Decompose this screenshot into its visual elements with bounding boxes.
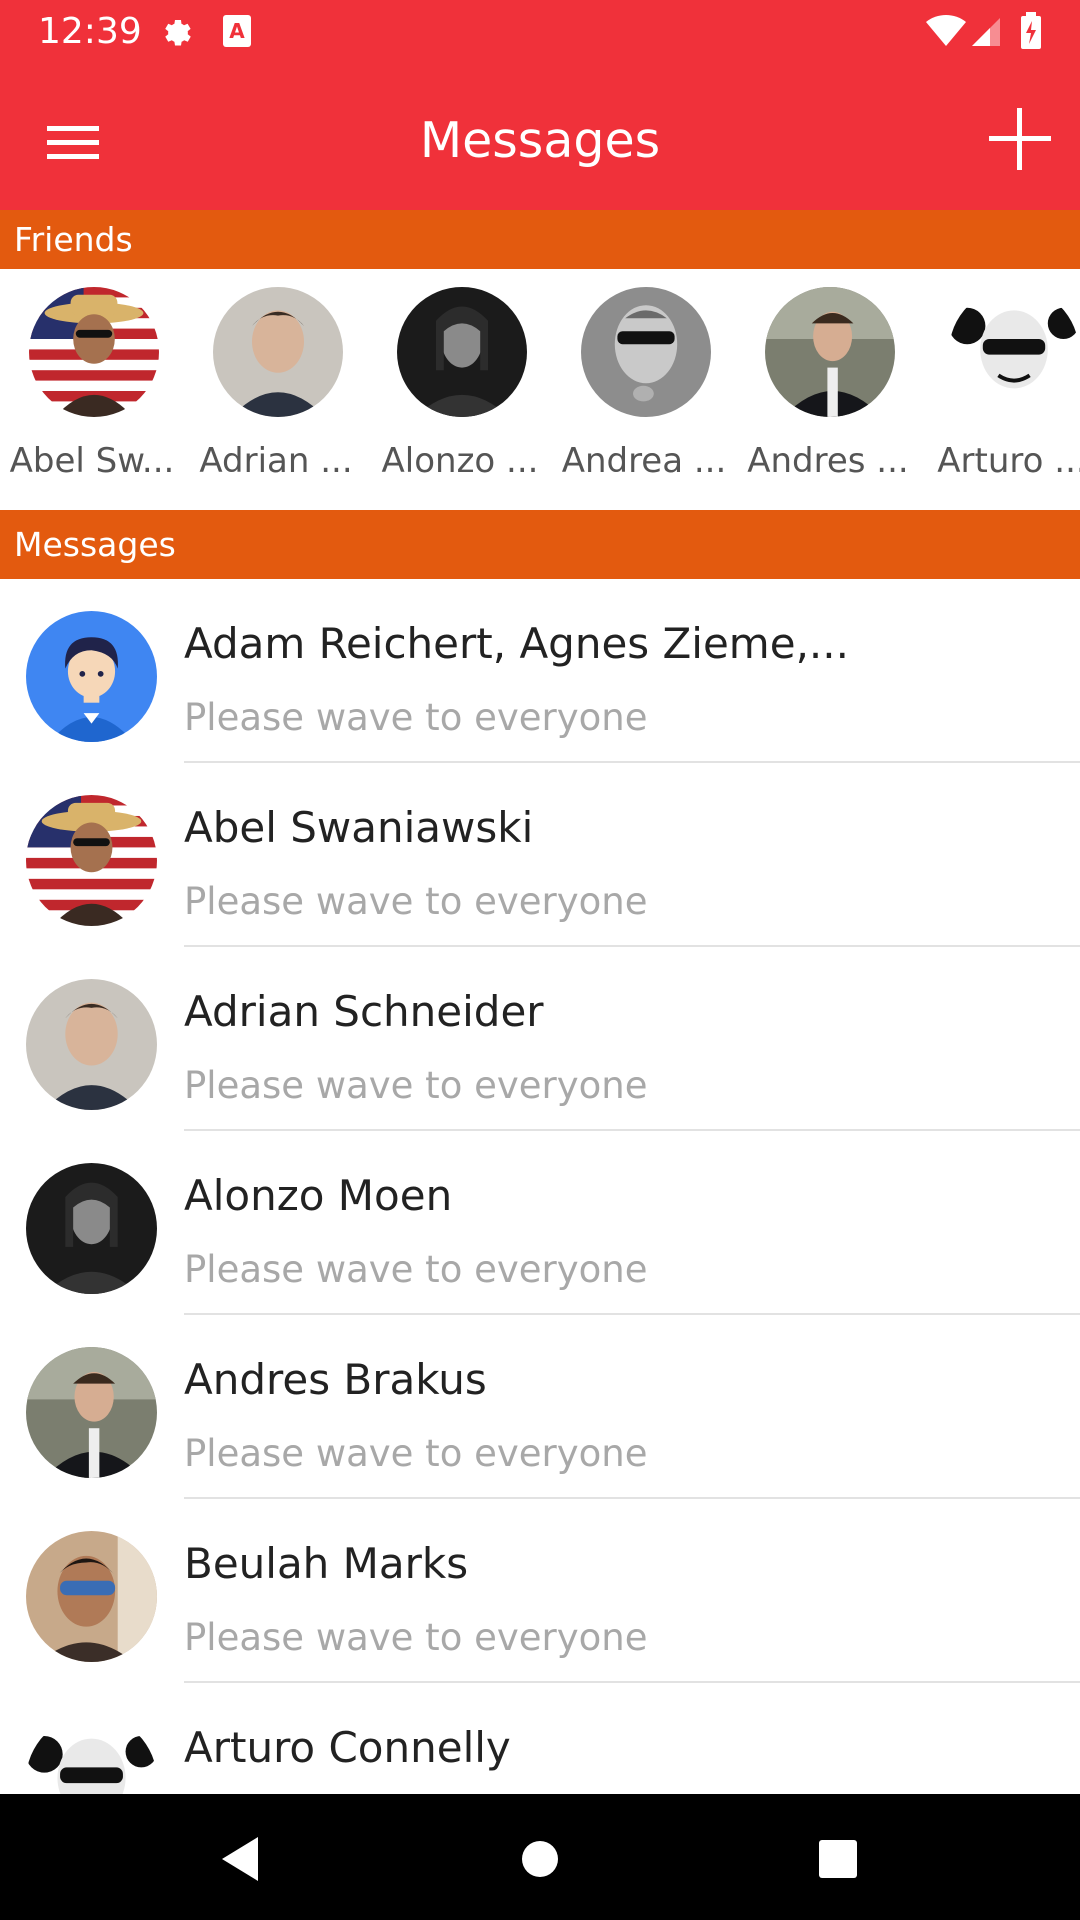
message-preview: Please wave to everyone [184, 1064, 648, 1107]
status-bar: 12:39 A [0, 0, 1080, 63]
friends-list: Abel Sw... Adrian ... Alonzo ... Andrea … [0, 269, 1080, 510]
avatar [26, 1531, 157, 1662]
friend-name: Adrian ... [199, 441, 353, 481]
svg-text:A: A [229, 19, 245, 43]
message-preview: Please wave to everyone [184, 1616, 648, 1659]
settings-icon [160, 14, 196, 54]
friend-name: Alonzo ... [381, 441, 539, 481]
friend-item[interactable]: Andrea ... [554, 269, 734, 510]
avatar [26, 611, 157, 742]
add-button[interactable] [980, 99, 1060, 179]
friend-item[interactable]: Andres ... [738, 269, 918, 510]
avatar [26, 1347, 157, 1478]
back-button[interactable] [200, 1819, 280, 1899]
signal-icon [970, 16, 1002, 52]
avatar [26, 979, 157, 1110]
friend-item[interactable]: Adrian ... [186, 269, 366, 510]
list-item[interactable]: Adam Reichert, Agnes Zieme,... Please wa… [0, 579, 1080, 763]
avatar [949, 287, 1079, 417]
battery-charging-icon [1020, 12, 1042, 54]
avatar [213, 287, 343, 417]
friend-name: Arturo ... [937, 441, 1080, 481]
conversation-title: Beulah Marks [184, 1539, 469, 1588]
recents-button[interactable] [798, 1819, 878, 1899]
status-time: 12:39 [38, 11, 142, 52]
friend-item[interactable]: Alonzo ... [370, 269, 550, 510]
navigation-bar [0, 1794, 1080, 1920]
plus-icon [989, 108, 1051, 170]
friend-item[interactable]: Arturo ... [922, 269, 1080, 510]
list-item[interactable]: Arturo Connelly [0, 1683, 1080, 1794]
avatar [26, 1163, 157, 1294]
wifi-icon [924, 14, 968, 52]
avatar [581, 287, 711, 417]
friend-item[interactable]: Abel Sw... [2, 269, 182, 510]
home-button[interactable] [500, 1819, 580, 1899]
friend-name: Andrea ... [561, 441, 727, 481]
menu-button[interactable] [30, 103, 116, 183]
conversation-title: Alonzo Moen [184, 1171, 453, 1220]
list-item[interactable]: Abel Swaniawski Please wave to everyone [0, 763, 1080, 947]
messages-list: Adam Reichert, Agnes Zieme,... Please wa… [0, 579, 1080, 1794]
message-preview: Please wave to everyone [184, 1248, 648, 1291]
conversation-title: Andres Brakus [184, 1355, 487, 1404]
back-triangle-icon [222, 1837, 258, 1881]
avatar [26, 795, 157, 926]
conversation-title: Adam Reichert, Agnes Zieme,... [184, 619, 849, 668]
hamburger-menu-icon [47, 126, 99, 159]
page-title: Messages [419, 112, 661, 169]
avatar [765, 287, 895, 417]
message-preview: Please wave to everyone [184, 880, 648, 923]
list-item[interactable]: Adrian Schneider Please wave to everyone [0, 947, 1080, 1131]
conversation-title: Adrian Schneider [184, 987, 544, 1036]
recents-square-icon [819, 1840, 857, 1878]
a-keyboard-icon: A [222, 14, 252, 52]
messages-section-header: Messages [0, 510, 1080, 579]
list-item[interactable]: Beulah Marks Please wave to everyone [0, 1499, 1080, 1683]
message-preview: Please wave to everyone [184, 1432, 648, 1475]
message-preview: Please wave to everyone [184, 696, 648, 739]
friend-name: Abel Sw... [9, 441, 175, 481]
avatar [397, 287, 527, 417]
avatar [29, 287, 159, 417]
avatar [26, 1715, 157, 1794]
conversation-title: Arturo Connelly [184, 1723, 511, 1772]
friends-section-header: Friends [0, 210, 1080, 269]
conversation-title: Abel Swaniawski [184, 803, 534, 852]
friend-name: Andres ... [747, 441, 909, 481]
app-bar: Messages [0, 63, 1080, 210]
list-item[interactable]: Alonzo Moen Please wave to everyone [0, 1131, 1080, 1315]
home-circle-icon [522, 1841, 558, 1877]
list-item[interactable]: Andres Brakus Please wave to everyone [0, 1315, 1080, 1499]
